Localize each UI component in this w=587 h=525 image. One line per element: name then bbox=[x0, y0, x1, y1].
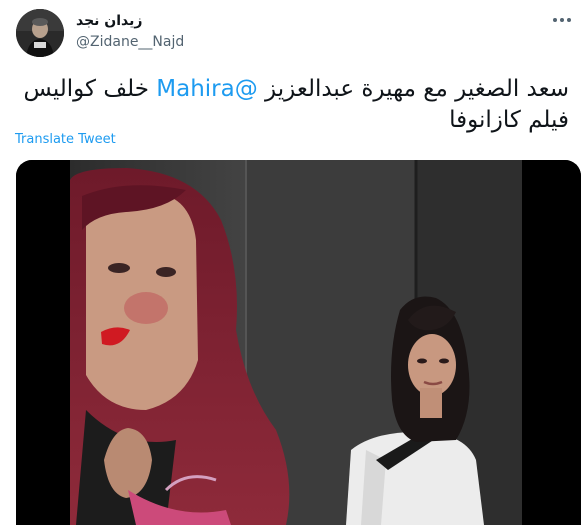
more-options-icon[interactable] bbox=[549, 10, 575, 30]
avatar-image bbox=[16, 9, 64, 57]
video-frame bbox=[16, 160, 581, 525]
author-handle[interactable]: @Zidane__Najd bbox=[76, 33, 184, 51]
author-name[interactable]: زيدان نجد bbox=[76, 12, 142, 30]
avatar[interactable] bbox=[16, 9, 64, 57]
mention-link[interactable]: @Mahira bbox=[156, 76, 257, 102]
tweet-text: سعد الصغير مع مهيرة عبدالعزيز @Mahira خل… bbox=[16, 74, 569, 136]
translate-tweet-link[interactable]: Translate Tweet bbox=[15, 132, 116, 147]
tweet-text-part: سعد الصغير مع مهيرة عبدالعزيز bbox=[257, 76, 569, 102]
tweet-media[interactable] bbox=[16, 160, 581, 525]
